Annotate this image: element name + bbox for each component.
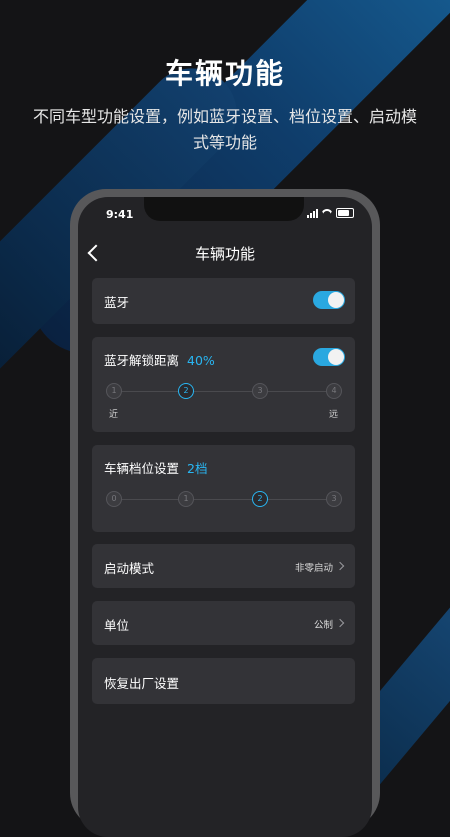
bluetooth-toggle[interactable] bbox=[313, 291, 345, 309]
gear-track bbox=[114, 499, 336, 500]
gear-step[interactable]: 0 bbox=[106, 491, 122, 507]
phone-frame: 9:41 车辆功能 蓝牙 蓝牙解锁距离 40% 1 2 3 4 近 远 车辆档位… bbox=[70, 189, 380, 837]
unlock-distance-label: 蓝牙解锁距离 bbox=[104, 353, 180, 368]
battery-icon bbox=[336, 208, 354, 218]
gear-step[interactable]: 1 bbox=[178, 491, 194, 507]
start-mode-row[interactable]: 启动模式 非零启动 bbox=[92, 544, 355, 588]
start-mode-value: 非零启动 bbox=[294, 563, 333, 574]
phone-screen: 9:41 车辆功能 蓝牙 蓝牙解锁距离 40% 1 2 3 4 近 远 车辆档位… bbox=[78, 197, 372, 837]
unlock-step[interactable]: 1 bbox=[106, 383, 122, 399]
signal-icon bbox=[307, 208, 318, 218]
bluetooth-label: 蓝牙 bbox=[104, 295, 130, 310]
gear-step-selected[interactable]: 2 bbox=[252, 491, 268, 507]
start-mode-label: 启动模式 bbox=[104, 561, 155, 576]
hero-title: 车辆功能 bbox=[164, 57, 285, 90]
unlock-step[interactable]: 3 bbox=[252, 383, 268, 399]
reset-row[interactable]: 恢复出厂设置 bbox=[92, 658, 355, 704]
unlock-distance-card: 蓝牙解锁距离 40% 1 2 3 4 近 远 bbox=[92, 337, 355, 432]
chevron-right-icon bbox=[335, 618, 345, 628]
unlock-distance-toggle[interactable] bbox=[313, 348, 345, 366]
unlock-distance-value: 40% bbox=[187, 353, 215, 368]
wifi-icon bbox=[322, 209, 332, 217]
gear-step[interactable]: 3 bbox=[326, 491, 342, 507]
unlock-step-selected[interactable]: 2 bbox=[178, 383, 194, 399]
chevron-right-icon bbox=[335, 561, 345, 571]
nav-bar: 车辆功能 bbox=[78, 237, 372, 267]
page-title: 车辆功能 bbox=[194, 245, 255, 263]
unit-row[interactable]: 单位 公制 bbox=[92, 601, 355, 645]
status-time: 9:41 bbox=[106, 208, 134, 221]
unit-label: 单位 bbox=[104, 618, 130, 633]
near-label: 近 bbox=[109, 410, 119, 420]
unit-value: 公制 bbox=[313, 620, 333, 631]
unlock-distance-track bbox=[114, 391, 336, 392]
gear-value: 2档 bbox=[187, 461, 208, 476]
hero-subtitle: 不同车型功能设置，例如蓝牙设置、档位设置、启动模式等功能 bbox=[32, 107, 417, 152]
gear-label: 车辆档位设置 bbox=[104, 461, 180, 476]
phone-notch bbox=[144, 197, 304, 221]
bluetooth-row: 蓝牙 bbox=[92, 278, 355, 324]
reset-label: 恢复出厂设置 bbox=[104, 676, 180, 691]
status-icons bbox=[307, 208, 354, 218]
gear-card: 车辆档位设置 2档 0 1 2 3 bbox=[92, 445, 355, 532]
far-label: 远 bbox=[329, 410, 339, 420]
unlock-step[interactable]: 4 bbox=[326, 383, 342, 399]
